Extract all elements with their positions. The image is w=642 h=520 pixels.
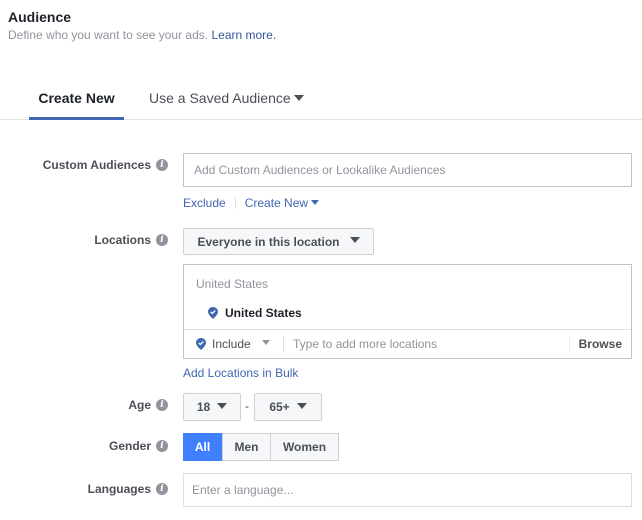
gender-men-button[interactable]: Men (222, 433, 271, 461)
caret-down-icon (349, 237, 360, 243)
tab-saved-label: Use a Saved Audience (149, 90, 291, 106)
location-search-placeholder: Type to add more locations (293, 337, 438, 351)
age-max-dropdown[interactable]: 65+ (254, 393, 322, 421)
create-new-dropdown[interactable]: Create New (244, 196, 320, 210)
age-label-text: Age (128, 398, 151, 412)
languages-input[interactable]: Enter a language... (183, 473, 632, 507)
tab-create-new-label: Create New (38, 90, 115, 106)
locations-box: United States United States Include Type… (183, 264, 632, 359)
locations-label-text: Locations (94, 233, 151, 247)
tab-use-saved-audience[interactable]: Use a Saved Audience (149, 90, 304, 120)
create-new-label: Create New (244, 196, 309, 210)
age-max-value: 65+ (269, 400, 290, 414)
info-icon[interactable]: i (156, 483, 168, 495)
location-pin-icon (208, 307, 218, 319)
locations-label: Locations i (94, 233, 168, 247)
exclude-link[interactable]: Exclude (183, 196, 226, 210)
location-pin-icon (196, 338, 206, 350)
caret-down-icon (311, 199, 320, 205)
caret-down-icon (217, 402, 228, 409)
info-icon[interactable]: i (156, 440, 168, 452)
tab-create-new[interactable]: Create New (29, 90, 124, 120)
age-min-value: 18 (196, 400, 211, 414)
info-icon[interactable]: i (156, 399, 168, 411)
custom-audiences-actions: Exclude Create New (183, 196, 320, 210)
info-icon[interactable]: i (156, 234, 168, 246)
gender-label-text: Gender (108, 439, 151, 453)
custom-audiences-label-text: Custom Audiences (42, 158, 151, 172)
gender-all-button[interactable]: All (183, 433, 222, 461)
browse-button[interactable]: Browse (570, 337, 631, 351)
info-icon[interactable]: i (156, 159, 168, 171)
gender-selector: All Men Women (183, 433, 339, 461)
selected-location-name: United States (225, 306, 302, 320)
caret-down-icon (293, 94, 304, 101)
subtitle-text: Define who you want to see your ads. (8, 28, 209, 42)
languages-placeholder: Enter a language... (192, 483, 294, 497)
location-type-value: Everyone in this location (197, 234, 340, 249)
caret-down-icon (261, 340, 270, 345)
divider (234, 197, 236, 209)
location-type-dropdown[interactable]: Everyone in this location (183, 228, 374, 255)
add-locations-bulk-link[interactable]: Add Locations in Bulk (183, 366, 298, 380)
include-dropdown[interactable]: Include (184, 330, 283, 358)
gender-label: Gender i (109, 439, 168, 453)
caret-down-icon (296, 402, 307, 409)
custom-audiences-label: Custom Audiences i (43, 158, 168, 172)
section-title: Audience (8, 9, 72, 25)
location-search-input[interactable]: Type to add more locations (284, 337, 569, 351)
custom-audiences-input[interactable]: Add Custom Audiences or Lookalike Audien… (183, 153, 632, 187)
learn-more-link[interactable]: Learn more. (211, 28, 276, 42)
location-country-header: United States (196, 277, 269, 291)
custom-audiences-placeholder: Add Custom Audiences or Lookalike Audien… (194, 163, 446, 177)
selected-location[interactable]: United States (208, 306, 302, 320)
age-min-dropdown[interactable]: 18 (183, 393, 241, 421)
languages-label: Languages i (88, 482, 168, 496)
audience-tabs: Create New Use a Saved Audience (0, 80, 642, 120)
section-subtitle: Define who you want to see your ads. Lea… (8, 28, 276, 42)
include-label: Include (212, 337, 251, 351)
languages-label-text: Languages (87, 482, 151, 496)
gender-women-button[interactable]: Women (270, 433, 339, 461)
age-label: Age i (128, 398, 168, 412)
age-separator: - (245, 399, 249, 413)
location-search-bar: Include Type to add more locations Brows… (184, 329, 631, 358)
